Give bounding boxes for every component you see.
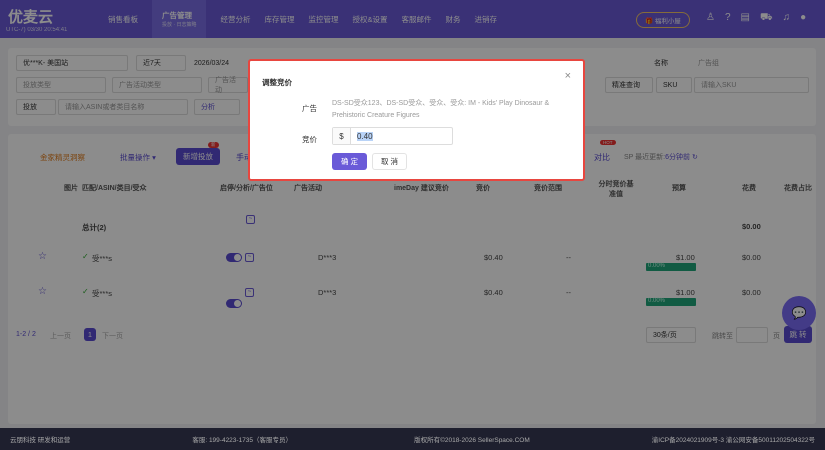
footer-icp[interactable]: 渝ICP备2024021909号-3 渝公网安备50011202504322号 (652, 434, 815, 444)
footer-company: 云朋科技 研发和运营 (10, 437, 71, 444)
adjust-bid-modal: 调整竞价 × 广告 DS-SD受众123、DS-SD受众、受众、受众: IM -… (248, 59, 585, 181)
bid-input[interactable]: $ 0.40 (332, 127, 453, 145)
confirm-button[interactable]: 确 定 (332, 153, 367, 170)
ad-value: DS-SD受众123、DS-SD受众、受众、受众: IM - Kids' Pla… (332, 100, 550, 119)
bid-value-text: 0.40 (357, 131, 373, 141)
modal-title: 调整竞价 (262, 78, 292, 87)
cancel-button[interactable]: 取 消 (372, 153, 407, 170)
footer-copyright: 版权所有©2018-2026 SellerSpace.COM (414, 437, 530, 444)
close-icon[interactable]: × (565, 70, 571, 82)
bid-label: 竞价 (302, 135, 317, 144)
currency-prefix: $ (333, 128, 351, 144)
footer-phone: 客服: 199-4223-1735（客服专员） (192, 437, 293, 444)
ad-label: 广告 (302, 104, 317, 113)
footer: 云朋科技 研发和运营 客服: 199-4223-1735（客服专员） 版权所有©… (0, 428, 825, 450)
